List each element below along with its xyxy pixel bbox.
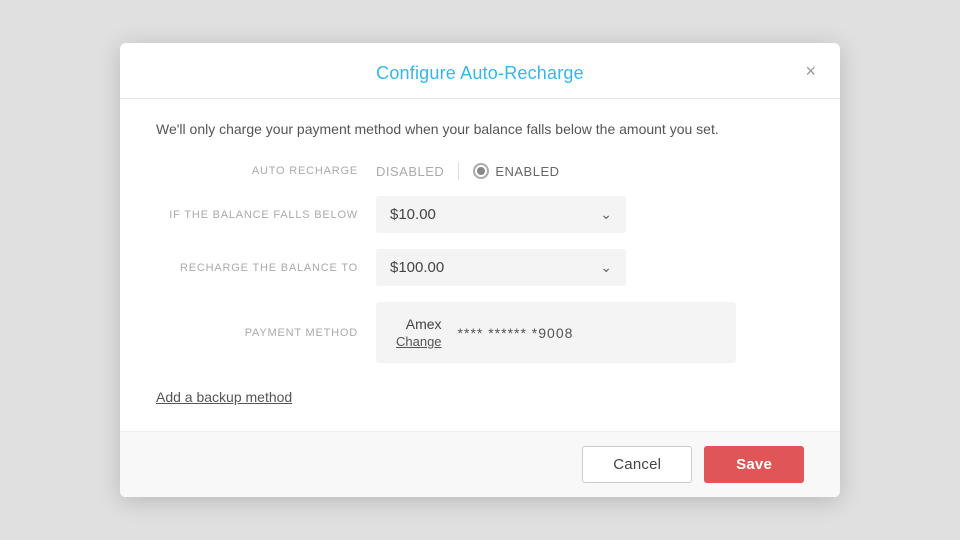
payment-method-label: PAYMENT METHOD <box>156 327 376 339</box>
description-text: We'll only charge your payment method wh… <box>156 119 804 140</box>
configure-auto-recharge-modal: Configure Auto-Recharge × We'll only cha… <box>120 43 840 497</box>
balance-falls-below-label: IF THE BALANCE FALLS BELOW <box>156 209 376 221</box>
modal-title: Configure Auto-Recharge <box>376 63 584 84</box>
enabled-label: ENABLED <box>495 164 559 179</box>
disabled-label: DISABLED <box>376 164 444 179</box>
modal-header: Configure Auto-Recharge × <box>120 43 840 99</box>
auto-recharge-row: AUTO RECHARGE DISABLED ENABLED <box>156 162 804 180</box>
recharge-balance-to-select[interactable]: $100.00 ⌄ <box>376 249 626 286</box>
auto-recharge-label: AUTO RECHARGE <box>156 165 376 177</box>
toggle-divider <box>458 162 459 180</box>
add-backup-method-link[interactable]: Add a backup method <box>156 389 292 405</box>
balance-falls-below-select[interactable]: $10.00 ⌄ <box>376 196 626 233</box>
recharge-balance-to-row: RECHARGE THE BALANCE TO $100.00 ⌄ <box>156 249 804 286</box>
toggle-group: DISABLED ENABLED <box>376 162 560 180</box>
disabled-option[interactable]: DISABLED <box>376 164 444 179</box>
payment-card-info: Amex Change <box>396 316 442 349</box>
enabled-option[interactable]: ENABLED <box>473 163 559 179</box>
modal-body: We'll only charge your payment method wh… <box>120 99 840 425</box>
recharge-balance-to-value: $100.00 <box>390 259 444 276</box>
save-button[interactable]: Save <box>704 446 804 483</box>
chevron-down-icon: ⌄ <box>600 206 612 223</box>
balance-falls-below-row: IF THE BALANCE FALLS BELOW $10.00 ⌄ <box>156 196 804 233</box>
payment-method-row: PAYMENT METHOD Amex Change **** ****** *… <box>156 302 804 363</box>
payment-box: Amex Change **** ****** *9008 <box>376 302 736 363</box>
recharge-balance-to-label: RECHARGE THE BALANCE TO <box>156 262 376 274</box>
modal-footer: Cancel Save <box>120 431 840 497</box>
balance-falls-below-value: $10.00 <box>390 206 436 223</box>
card-change-link[interactable]: Change <box>396 334 442 349</box>
card-number: **** ****** *9008 <box>458 325 574 341</box>
radio-enabled-outer <box>473 163 489 179</box>
card-brand: Amex <box>406 316 442 332</box>
close-button[interactable]: × <box>801 58 820 84</box>
cancel-button[interactable]: Cancel <box>582 446 692 483</box>
radio-enabled-inner <box>477 167 485 175</box>
chevron-down-icon-2: ⌄ <box>600 259 612 276</box>
